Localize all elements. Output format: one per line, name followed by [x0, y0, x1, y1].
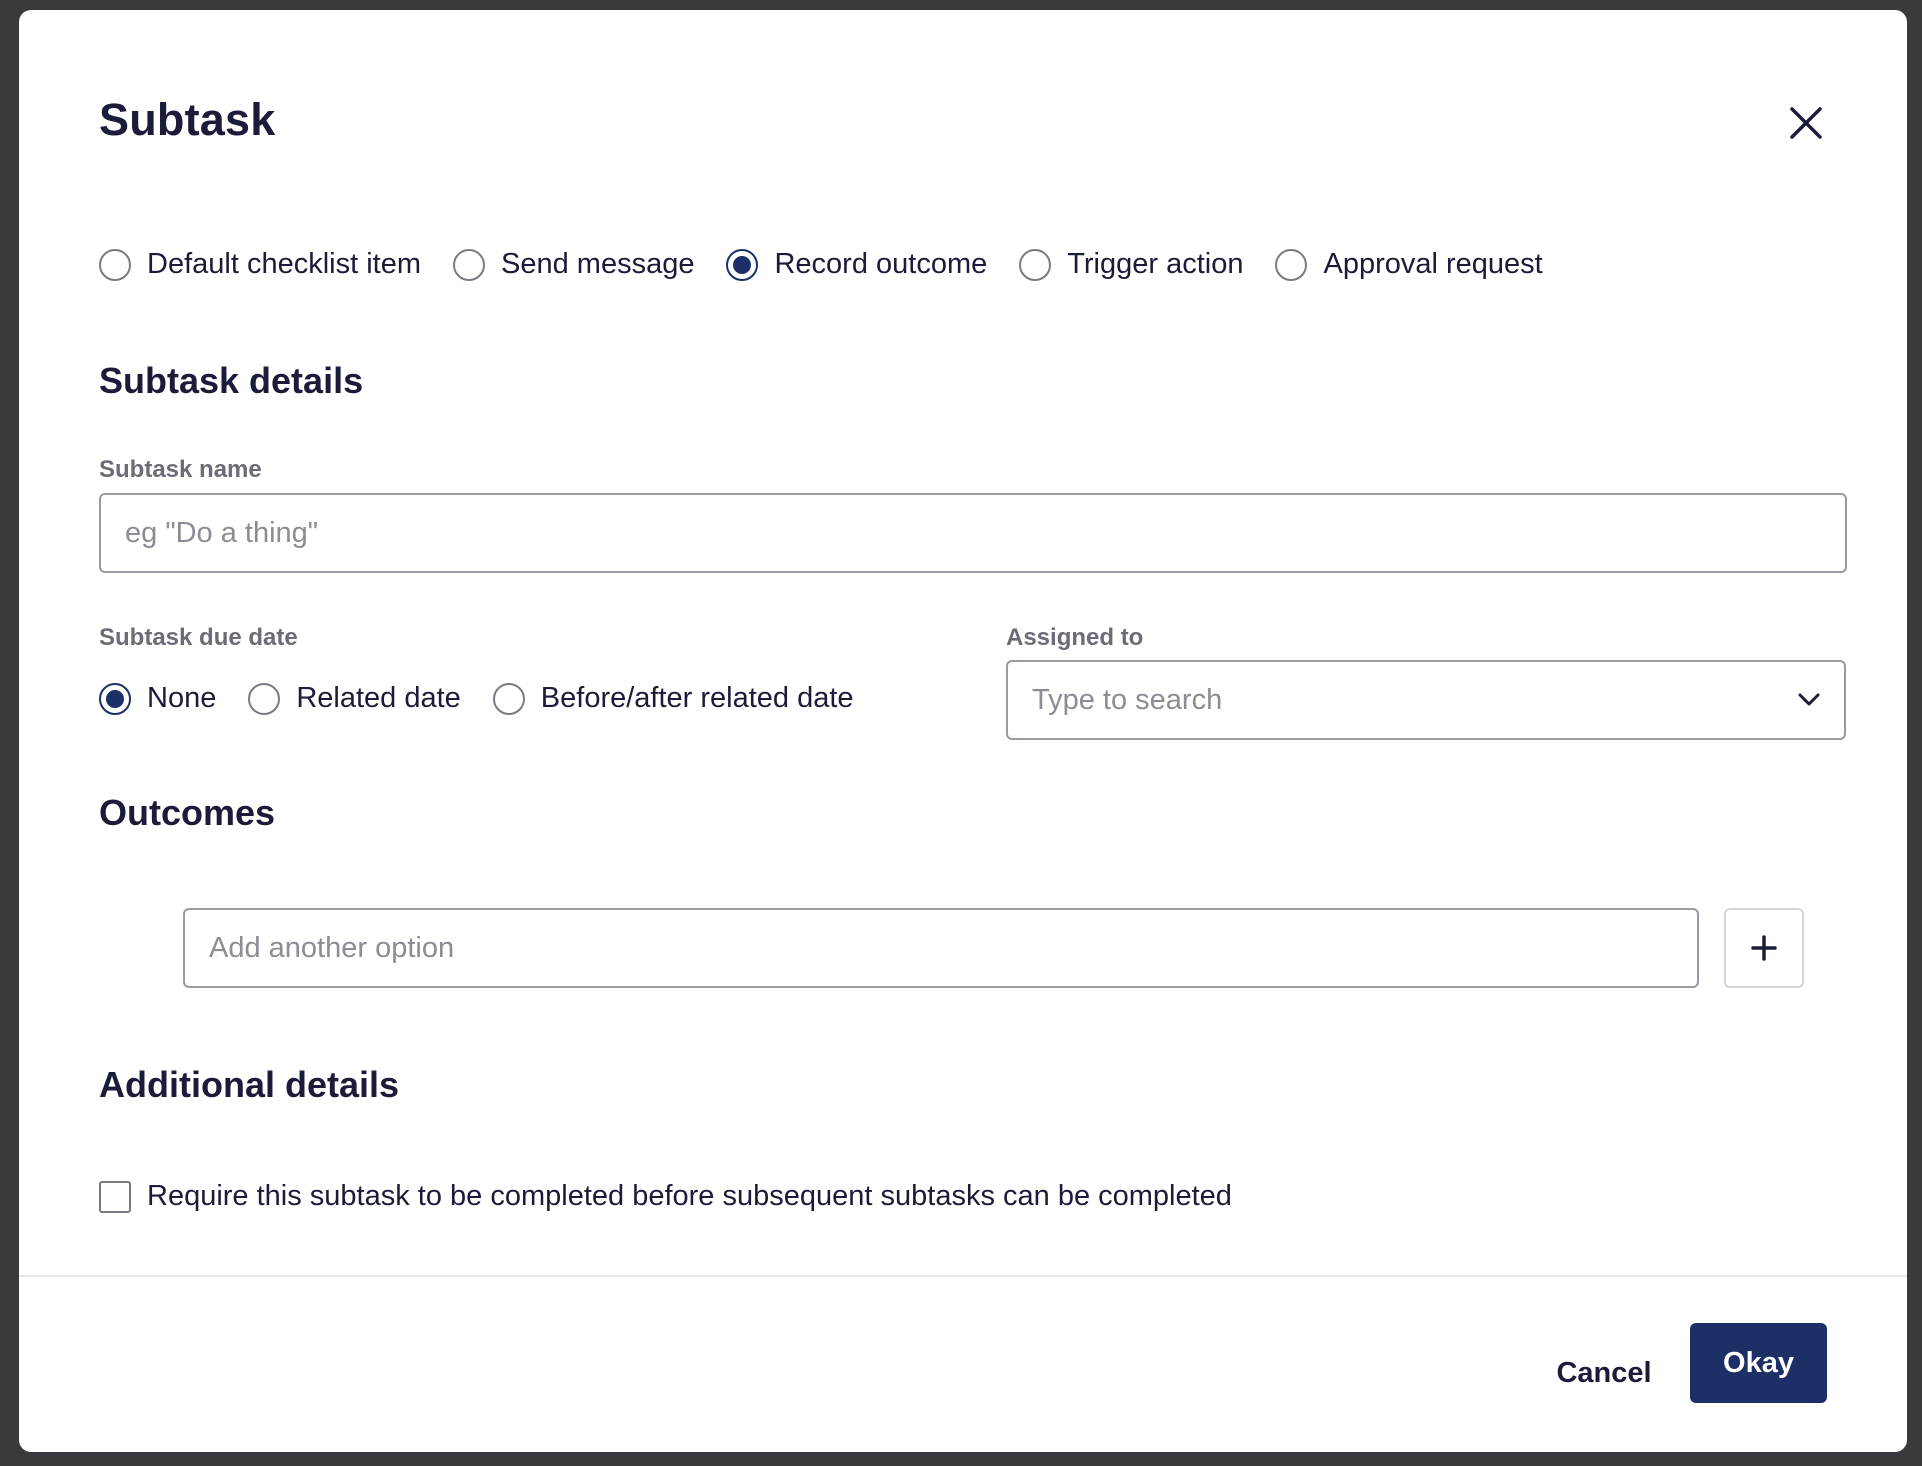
- plus-icon: [1751, 935, 1777, 961]
- cancel-button[interactable]: Cancel: [1529, 1333, 1679, 1413]
- require-completion-checkbox[interactable]: [99, 1180, 131, 1213]
- radio-button[interactable]: [453, 248, 485, 281]
- radio-button[interactable]: [99, 248, 131, 281]
- radio-label: Send message: [501, 248, 695, 280]
- modal-title: Subtask: [99, 94, 276, 145]
- assigned-to-select[interactable]: Type to search: [1006, 660, 1846, 740]
- assigned-to-label: Assigned to: [1006, 624, 1144, 651]
- require-completion-label: Require this subtask to be completed bef…: [147, 1180, 1232, 1212]
- radio-label: Related date: [296, 682, 461, 714]
- radio-label: None: [147, 682, 217, 714]
- add-option-button[interactable]: [1724, 908, 1804, 988]
- radio-label: Default checklist item: [147, 248, 421, 280]
- outcomes-heading: Outcomes: [99, 792, 276, 833]
- chevron-down-icon: [1798, 693, 1820, 706]
- footer-divider: [19, 1275, 1907, 1277]
- radio-label: Record outcome: [774, 248, 988, 280]
- radio-button-selected[interactable]: [726, 248, 759, 281]
- radio-default-checklist-item[interactable]: Default checklist item: [99, 248, 421, 281]
- radio-record-outcome[interactable]: Record outcome: [726, 248, 987, 281]
- subtask-due-date-label: Subtask due date: [99, 624, 298, 651]
- close-icon: [1790, 107, 1822, 139]
- radio-button[interactable]: [1019, 248, 1052, 281]
- close-button[interactable]: [1781, 98, 1831, 148]
- radio-label: Approval request: [1323, 248, 1543, 280]
- due-date-group: None Related date Before/after related d…: [99, 682, 886, 715]
- subtask-name-input[interactable]: [99, 493, 1847, 573]
- radio-due-related-date[interactable]: Related date: [248, 682, 461, 715]
- okay-button[interactable]: Okay: [1690, 1323, 1827, 1403]
- radio-label: Before/after related date: [540, 682, 854, 714]
- assigned-to-placeholder: Type to search: [1032, 683, 1223, 716]
- require-completion-option[interactable]: Require this subtask to be completed bef…: [99, 1180, 1232, 1213]
- radio-button[interactable]: [1275, 248, 1308, 281]
- subtask-details-heading: Subtask details: [99, 360, 364, 401]
- subtask-type-group: Default checklist item Send message Reco…: [99, 248, 1575, 281]
- radio-button-selected[interactable]: [99, 682, 131, 715]
- subtask-modal: Subtask Default checklist item Send mess…: [19, 10, 1907, 1452]
- additional-details-heading: Additional details: [99, 1064, 400, 1105]
- radio-due-none[interactable]: None: [99, 682, 216, 715]
- radio-due-before-after[interactable]: Before/after related date: [492, 682, 854, 715]
- radio-send-message[interactable]: Send message: [453, 248, 694, 281]
- radio-button[interactable]: [248, 682, 281, 715]
- radio-button[interactable]: [492, 682, 525, 715]
- radio-trigger-action[interactable]: Trigger action: [1019, 248, 1243, 281]
- add-option-input[interactable]: [183, 908, 1699, 988]
- radio-label: Trigger action: [1067, 248, 1244, 280]
- radio-approval-request[interactable]: Approval request: [1275, 248, 1543, 281]
- subtask-name-label: Subtask name: [99, 456, 262, 483]
